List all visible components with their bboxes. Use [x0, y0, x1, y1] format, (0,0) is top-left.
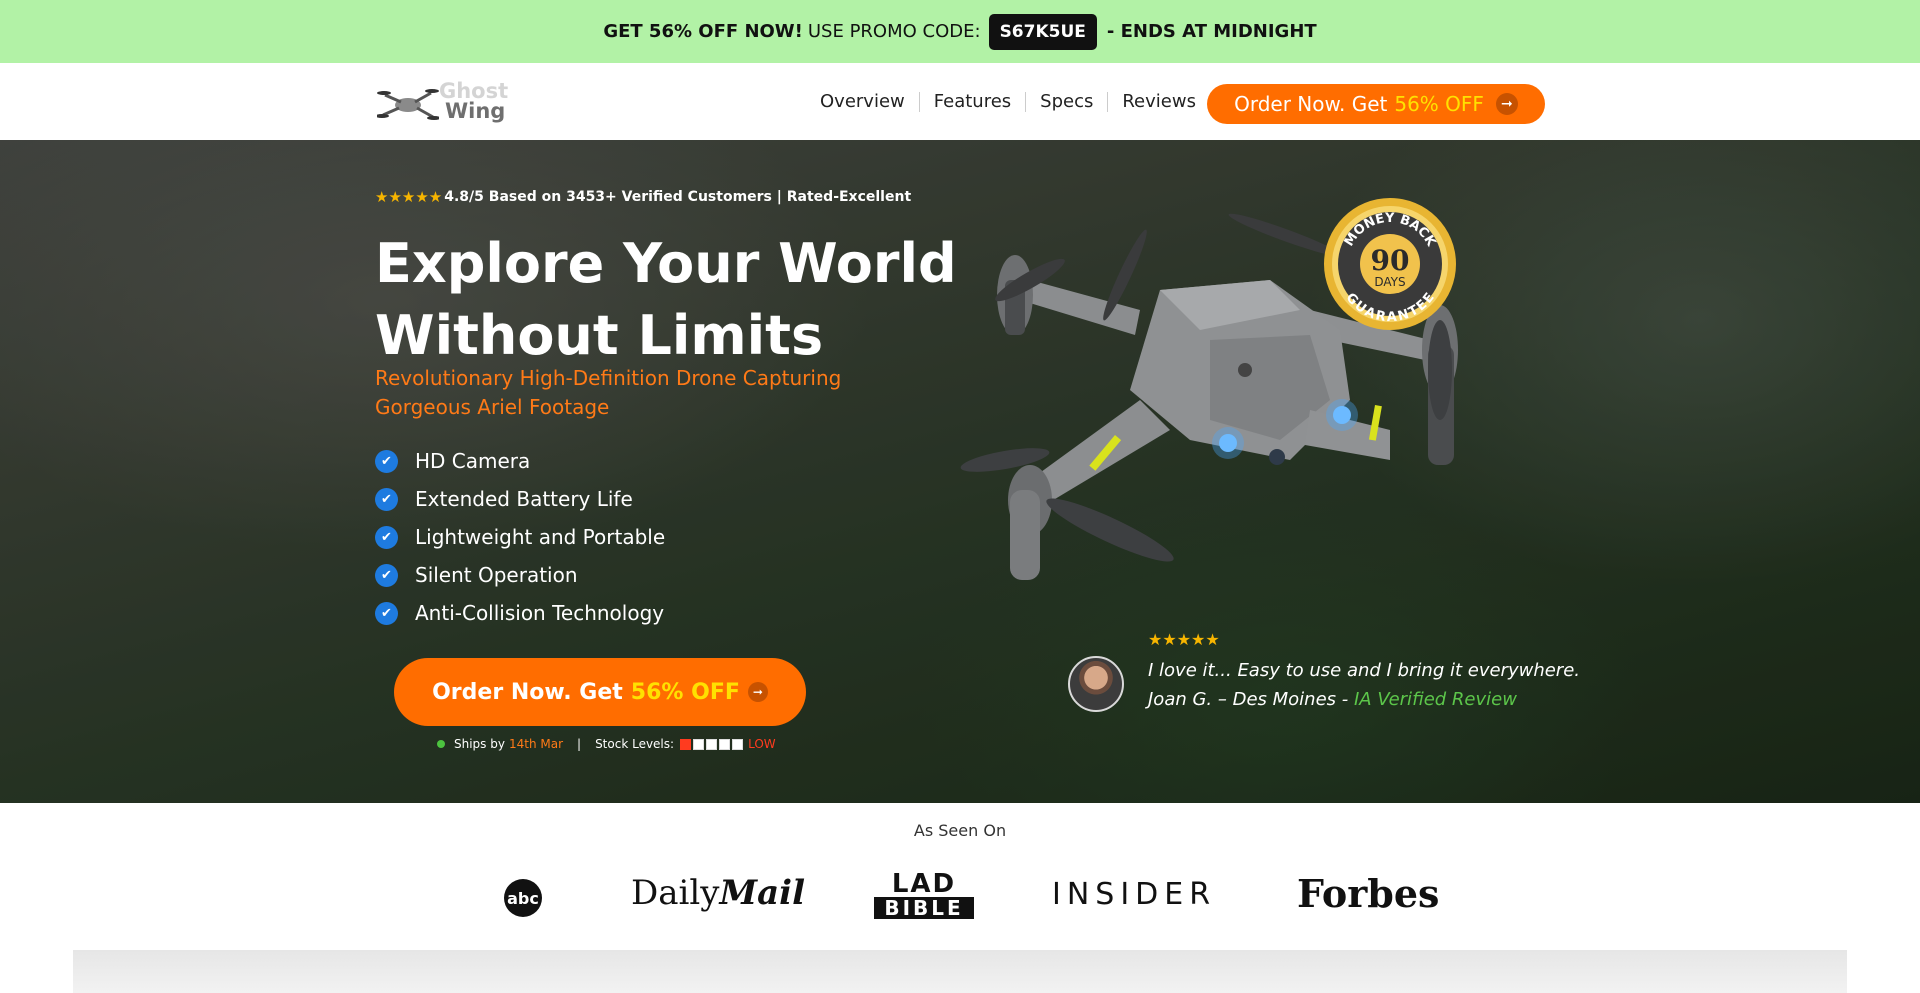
drone-product-image [960, 213, 1458, 580]
promo-code[interactable]: S67K5UE [988, 13, 1097, 50]
press-logos: abc DailyMail LAD BIBLE INSIDER Forbes [0, 865, 1920, 925]
promo-lead: GET 56% OFF NOW! [603, 21, 803, 42]
stock-level-box [693, 738, 705, 750]
reviewer-avatar [1068, 656, 1124, 712]
abc-logo: abc [504, 879, 542, 917]
drone-logo-icon [377, 89, 439, 120]
daily-mail-mail: Mail [719, 873, 806, 913]
money-back-badge: MONEY BACK GUARANTEE 90 DAYS [1324, 198, 1456, 330]
check-icon: ✔ [375, 563, 398, 587]
check-icon: ✔ [375, 601, 398, 625]
lad-bible-top: LAD [891, 869, 957, 899]
nav-link-overview[interactable]: Overview [820, 91, 919, 112]
main-nav: Overview Features Specs Reviews [820, 63, 1210, 140]
daily-mail-logo: DailyMail [631, 873, 805, 913]
promo-tail: - ENDS AT MIDNIGHT [1106, 21, 1317, 42]
hero-order-discount: 56% OFF [630, 679, 740, 705]
in-stock-dot-icon [437, 740, 445, 748]
nav-link-reviews[interactable]: Reviews [1108, 91, 1210, 112]
shipping-stock-info: Ships by 14th Mar | Stock Levels: LOW [437, 737, 776, 751]
site-header: Ghost Wing Overview Features Specs Revie… [0, 63, 1920, 140]
stock-level-box [706, 738, 718, 750]
feature-item: ✔ HD Camera [375, 442, 665, 480]
customer-review: ★★★★★ I love it... Easy to use and I bri… [1068, 630, 1588, 720]
next-section-preview [73, 950, 1847, 993]
arrow-right-icon: ➞ [747, 682, 768, 702]
hero-order-label: Order Now. Get [432, 679, 623, 705]
hero-subtitle: Revolutionary High-Definition Drone Capt… [375, 366, 842, 419]
check-icon: ✔ [375, 525, 398, 549]
review-author: Joan G. – Des Moines - [1148, 689, 1349, 710]
feature-item: ✔ Extended Battery Life [375, 480, 665, 518]
arrow-right-icon: ➞ [1495, 93, 1518, 115]
feature-label: Anti-Collision Technology [415, 601, 665, 625]
feature-label: HD Camera [415, 449, 531, 473]
info-divider: | [577, 737, 582, 751]
hero-title: Explore Your World Without Limits [375, 232, 957, 367]
lad-bible-logo: LAD BIBLE [874, 871, 974, 921]
rating-summary: ★★★★★ 4.8/5 Based on 3453+ Verified Cust… [375, 188, 911, 206]
hero-section: ★★★★★ 4.8/5 Based on 3453+ Verified Cust… [0, 140, 1920, 803]
review-verified: IA Verified Review [1353, 689, 1517, 710]
daily-mail-daily: Daily [631, 873, 720, 913]
review-quote: I love it... Easy to use and I bring it … [1148, 660, 1580, 681]
feature-label: Lightweight and Portable [415, 525, 666, 549]
review-body: I love it... Easy to use and I bring it … [1148, 656, 1580, 714]
logo-word-ghost: Ghost [439, 79, 509, 103]
stock-level-box [680, 738, 692, 750]
header-order-discount: 56% OFF [1394, 92, 1484, 116]
check-icon: ✔ [375, 487, 398, 511]
review-meta: Joan G. – Des Moines - IA Verified Revie… [1148, 685, 1580, 714]
logo-word-wing: Wing [445, 99, 506, 123]
star-rating-icon: ★★★★★ [375, 188, 443, 206]
feature-list: ✔ HD Camera ✔ Extended Battery Life ✔ Light… [375, 442, 665, 632]
feature-item: ✔ Silent Operation [375, 556, 665, 594]
check-icon: ✔ [375, 449, 398, 473]
as-seen-on-section: As Seen On abc DailyMail LAD BIBLE INSID… [0, 803, 1920, 953]
stock-label: Stock Levels: [595, 737, 675, 751]
forbes-logo: Forbes [1297, 871, 1440, 916]
header-order-label: Order Now. Get [1234, 92, 1388, 116]
rating-text: 4.8/5 Based on 3453+ Verified Customers … [444, 189, 912, 205]
brand-logo[interactable]: Ghost Wing [377, 81, 512, 125]
feature-label: Silent Operation [415, 563, 578, 587]
insider-logo: INSIDER [1052, 877, 1217, 912]
header-order-button[interactable]: Order Now. Get 56% OFF ➞ [1207, 84, 1545, 124]
promo-code-label: USE PROMO CODE: [807, 21, 981, 42]
hero-order-button[interactable]: Order Now. Get 56% OFF ➞ [394, 658, 806, 726]
badge-days: DAYS [1374, 275, 1405, 289]
as-seen-on-title: As Seen On [913, 821, 1007, 840]
feature-label: Extended Battery Life [415, 487, 633, 511]
ships-date: 14th Mar [508, 737, 564, 751]
stock-status: LOW [748, 737, 776, 751]
badge-number: 90 [1371, 244, 1410, 277]
review-stars-icon: ★★★★★ [1148, 630, 1220, 649]
stock-level-box [719, 738, 731, 750]
feature-item: ✔ Lightweight and Portable [375, 518, 665, 556]
stock-level-box [732, 738, 744, 750]
feature-item: ✔ Anti-Collision Technology [375, 594, 665, 632]
promo-banner: GET 56% OFF NOW! USE PROMO CODE: S67K5UE… [0, 0, 1920, 63]
nav-link-specs[interactable]: Specs [1026, 91, 1107, 112]
stock-level-meter [680, 738, 745, 750]
lad-bible-bottom: BIBLE [874, 897, 974, 919]
nav-link-features[interactable]: Features [920, 91, 1025, 112]
ships-label: Ships by [454, 737, 505, 751]
